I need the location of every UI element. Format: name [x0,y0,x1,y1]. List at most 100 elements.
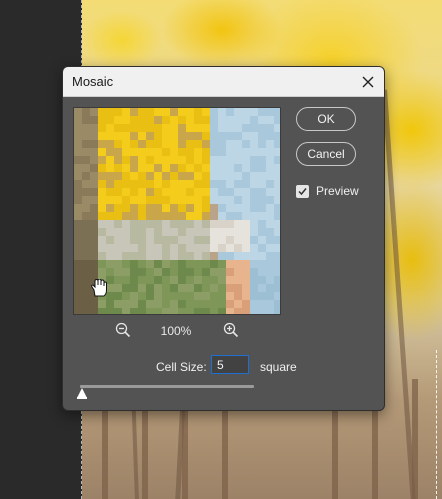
mosaic-cell [226,260,234,268]
mosaic-cell [146,164,154,172]
dialog-title-bar[interactable]: Mosaic [63,67,384,97]
mosaic-cell [138,276,146,284]
mosaic-cell [114,164,122,172]
mosaic-cell [266,188,274,196]
mosaic-cell [138,180,146,188]
mosaic-cell [186,132,194,140]
mosaic-cell [170,284,178,292]
mosaic-cell [250,172,258,180]
cell-size-slider-thumb-base [77,397,87,399]
mosaic-cell [202,252,210,260]
mosaic-cell [122,124,130,132]
mosaic-cell [218,276,226,284]
mosaic-cell [74,276,82,284]
close-button[interactable] [354,68,382,95]
mosaic-cell [226,188,234,196]
mosaic-cell [210,236,218,244]
mosaic-cell [98,244,106,252]
checkbox-box[interactable] [296,184,309,198]
zoom-in-icon[interactable] [223,322,239,338]
mosaic-cell [218,148,226,156]
mosaic-cell [122,220,130,228]
mosaic-cell [210,140,218,148]
mosaic-cell [274,116,280,124]
mosaic-cell [202,180,210,188]
mosaic-cell [82,140,90,148]
mosaic-cell [162,276,170,284]
mosaic-cell [114,196,122,204]
mosaic-cell [98,252,106,260]
mosaic-cell [130,212,138,220]
mosaic-cell [98,148,106,156]
cell-size-input[interactable]: 5 [211,355,249,374]
mosaic-cell [218,300,226,308]
mosaic-cell [90,196,98,204]
filter-preview-window[interactable] [73,107,281,315]
mosaic-cell [90,308,98,314]
mosaic-cell [106,236,114,244]
mosaic-cell [242,268,250,276]
mosaic-cell [138,260,146,268]
mosaic-cell [234,116,242,124]
mosaic-cell [154,188,162,196]
mosaic-cell [250,284,258,292]
mosaic-cell [226,148,234,156]
mosaic-cell [130,204,138,212]
mosaic-cell [274,180,280,188]
mosaic-cell [186,252,194,260]
mosaic-cell [162,252,170,260]
mosaic-cell [250,276,258,284]
mosaic-cell [250,228,258,236]
mosaic-cell [170,252,178,260]
mosaic-cell [170,196,178,204]
mosaic-cell [162,268,170,276]
mosaic-cell [170,212,178,220]
mosaic-cell [194,268,202,276]
mosaic-cell [234,148,242,156]
mosaic-cell [242,172,250,180]
mosaic-cell [98,172,106,180]
zoom-level-label: 100% [160,324,192,338]
mosaic-cell [194,212,202,220]
cancel-button[interactable]: Cancel [296,142,356,166]
mosaic-cell [82,156,90,164]
mosaic-cell [106,212,114,220]
mosaic-cell [74,300,82,308]
mosaic-cell [250,116,258,124]
mosaic-cell [210,276,218,284]
mosaic-cell [138,244,146,252]
mosaic-cell [274,308,280,314]
mosaic-cell [250,196,258,204]
mosaic-cell [114,276,122,284]
mosaic-cell [98,132,106,140]
mosaic-cell [242,140,250,148]
preview-checkbox[interactable]: Preview [296,183,359,199]
mosaic-cell [74,108,82,116]
mosaic-cell [98,260,106,268]
mosaic-cell [202,276,210,284]
mosaic-cell [194,292,202,300]
cell-size-slider-track[interactable] [80,385,254,388]
mosaic-cell [210,268,218,276]
mosaic-cell [162,284,170,292]
mosaic-cell [234,220,242,228]
mosaic-cell [106,268,114,276]
zoom-out-icon[interactable] [115,322,131,338]
mosaic-cell [210,308,218,314]
mosaic-cell [250,220,258,228]
mosaic-cell [162,212,170,220]
mosaic-cell [242,228,250,236]
ok-button[interactable]: OK [296,107,356,131]
mosaic-cell [218,124,226,132]
mosaic-cell [90,228,98,236]
mosaic-cell [162,156,170,164]
mosaic-cell [74,228,82,236]
mosaic-cell [154,260,162,268]
mosaic-cell [90,132,98,140]
mosaic-cell [274,268,280,276]
mosaic-cell [130,116,138,124]
mosaic-cell [146,212,154,220]
mosaic-cell [266,276,274,284]
mosaic-cell [114,188,122,196]
mosaic-cell [258,252,266,260]
